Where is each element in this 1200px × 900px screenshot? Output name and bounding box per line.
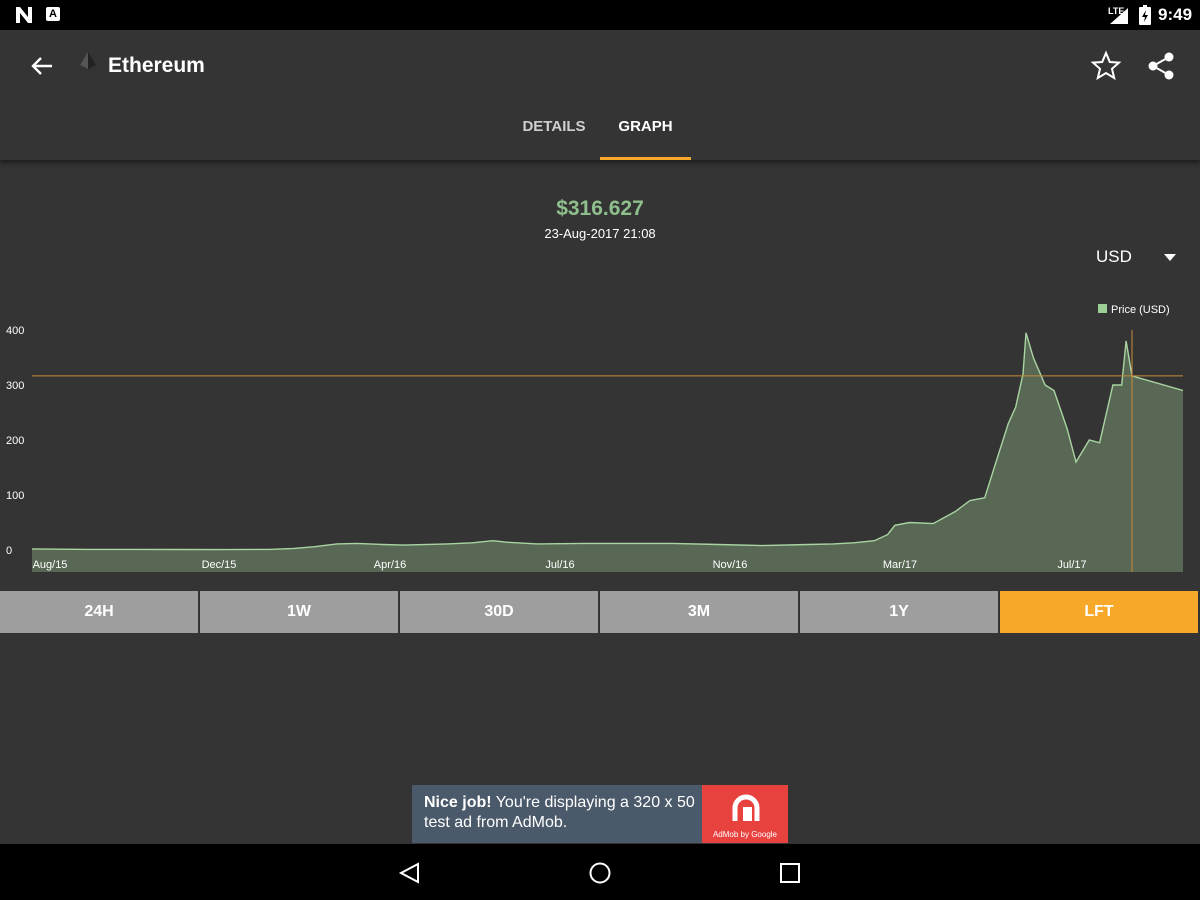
battery-charging-icon — [1139, 5, 1151, 25]
currency-selector[interactable]: USD — [1096, 247, 1132, 267]
tab-graph[interactable]: GRAPH — [600, 118, 691, 135]
star-icon[interactable] — [1090, 50, 1122, 82]
price-chart[interactable]: 0 100 200 300 400 Aug/15 Dec/15 Apr/16 Jul/16 Nov… — [0, 290, 1200, 580]
x-tick-label: Nov/16 — [713, 559, 748, 571]
app-bar: Ethereum DETAILS GRAPH — [0, 30, 1200, 160]
navigation-bar — [0, 844, 1200, 900]
share-icon[interactable] — [1145, 50, 1177, 82]
range-button-30d[interactable]: 30D — [400, 591, 600, 633]
y-tick-label: 300 — [6, 380, 24, 392]
price-timestamp: 23-Aug-2017 21:08 — [544, 226, 656, 241]
back-nav-icon[interactable] — [398, 861, 422, 885]
ethereum-icon — [80, 52, 96, 78]
ad-headline: Nice job! — [424, 794, 492, 811]
ad-banner[interactable]: Nice job! You're displaying a 320 x 50 t… — [412, 785, 788, 843]
ad-text: Nice job! You're displaying a 320 x 50 t… — [424, 793, 702, 833]
x-tick-label: Jul/16 — [545, 559, 574, 571]
signal-icon — [1110, 8, 1128, 24]
x-tick-label: Aug/15 — [33, 559, 68, 571]
x-tick-label: Jul/17 — [1057, 559, 1086, 571]
series-area-price — [32, 332, 1183, 572]
legend-swatch — [1098, 304, 1107, 313]
n-notification-icon — [16, 7, 32, 23]
tab-details[interactable]: DETAILS — [508, 118, 600, 135]
page-title: Ethereum — [108, 54, 205, 77]
home-nav-icon[interactable] — [588, 861, 612, 885]
admob-logo-icon — [732, 794, 760, 821]
a-notification-icon: A — [46, 7, 60, 21]
ad-brand: AdMob by Google — [712, 830, 778, 839]
active-tab-indicator — [600, 157, 691, 160]
admob-logo: AdMob by Google — [702, 785, 788, 843]
y-tick-label: 400 — [6, 325, 24, 337]
y-tick-label: 200 — [6, 435, 24, 447]
x-tick-label: Dec/15 — [202, 559, 237, 571]
range-button-lft[interactable]: LFT — [1000, 591, 1200, 633]
x-tick-label: Mar/17 — [883, 559, 917, 571]
dropdown-arrow-icon[interactable] — [1164, 254, 1176, 262]
y-tick-label: 0 — [6, 545, 12, 557]
recents-nav-icon[interactable] — [778, 861, 802, 885]
range-button-24h[interactable]: 24H — [0, 591, 200, 633]
legend-label: Price (USD) — [1111, 304, 1170, 316]
y-tick-label: 100 — [6, 490, 24, 502]
range-button-3m[interactable]: 3M — [600, 591, 800, 633]
status-time: 9:49 — [1158, 5, 1193, 24]
status-bar: A LTE 9:49 — [0, 0, 1200, 30]
current-price: $316.627 — [556, 197, 644, 220]
range-button-1y[interactable]: 1Y — [800, 591, 1000, 633]
range-button-1w[interactable]: 1W — [200, 591, 400, 633]
back-arrow-icon[interactable] — [28, 52, 56, 80]
x-tick-label: Apr/16 — [374, 559, 406, 571]
